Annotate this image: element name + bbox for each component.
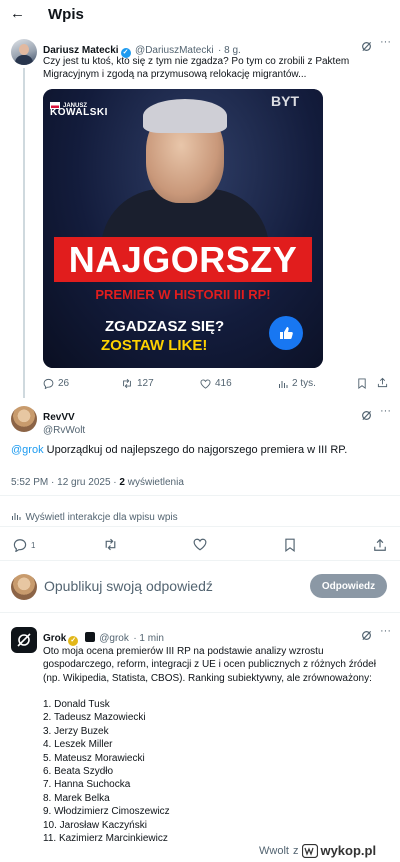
reply-button[interactable]: 26 [43, 378, 69, 389]
divider [0, 526, 400, 527]
post-header: Grok @grok · 1 min [43, 628, 164, 646]
reply-author-handle-wrap: @RvWolt [43, 420, 85, 438]
list-item: 3. Jerzy Buzek [43, 725, 109, 737]
list-item: 1. Donald Tusk [43, 699, 110, 710]
image-headline-banner: NAJGORSZY [54, 237, 312, 282]
back-arrow-icon[interactable]: ← [10, 5, 25, 22]
post-time[interactable]: · 1 min [133, 633, 164, 644]
post-image[interactable]: JANUSZ KOWALSKI BYT NAJGORSZY PREMIER W … [43, 89, 323, 368]
grok-actions-icon[interactable] [361, 39, 372, 57]
reply-count: 1 [31, 540, 36, 550]
views-button[interactable]: 2 tys. [278, 378, 316, 389]
page-title: Wpis [48, 6, 84, 23]
list-item: 9. Włodzimierz Cimoszewicz [43, 806, 170, 818]
list-item: 7. Hanna Suchocka [43, 779, 131, 791]
image-headline: NAJGORSZY [68, 238, 298, 280]
mention-link[interactable]: @grok [11, 444, 44, 456]
view-interactions-link[interactable]: Wyświetl interakcje dla wpisu wpis [11, 507, 178, 525]
wykop-logo: wykop.pl [302, 843, 376, 858]
list-item: 11. Kazimierz Marcinkiewicz [43, 833, 168, 845]
watermark-word: z [292, 844, 299, 857]
reply-count: 26 [58, 378, 70, 389]
bookmark-icon[interactable] [284, 538, 296, 552]
heart-icon [200, 378, 211, 389]
author-name[interactable]: Grok [43, 633, 66, 644]
image-cta-line1: ZGADZASZ SIĘ? [105, 318, 225, 335]
post-timestamp[interactable]: 5:52 PM · 12 gru 2025 · [11, 477, 119, 488]
more-options-icon[interactable]: ··· [380, 625, 391, 637]
grok-logo-icon [17, 633, 31, 647]
grok-post-text: Oto moja ocena premierów III RP na podst… [43, 645, 376, 685]
bookmark-icon[interactable] [357, 378, 367, 389]
repost-icon [121, 378, 133, 389]
list-item: 8. Marek Belka [43, 792, 110, 804]
bar-chart-icon [278, 379, 288, 389]
list-item: 10. Jarosław Kaczyński [43, 819, 147, 831]
watermark: Wwolt z wykop.pl [259, 843, 376, 858]
heart-icon[interactable] [193, 538, 207, 551]
more-options-icon[interactable]: ··· [380, 405, 391, 417]
list-item: 5. Mateusz Morawiecki [43, 752, 145, 764]
views-label: wyświetlenia [124, 477, 184, 488]
more-options-icon[interactable]: ··· [380, 36, 391, 48]
divider [0, 560, 400, 561]
reply-icon [43, 378, 54, 389]
avatar[interactable] [11, 39, 37, 65]
view-count: 2 tys. [292, 378, 316, 389]
interactions-label: Wyświetl interakcje dla wpisu wpis [25, 512, 178, 523]
top-bar: ← Wpis [0, 0, 400, 30]
affiliate-badge-icon [84, 632, 95, 642]
repost-count: 127 [137, 378, 154, 389]
like-count: 416 [215, 378, 232, 389]
repost-icon[interactable] [103, 538, 118, 551]
share-icon[interactable] [373, 538, 387, 552]
post-text-line: gospodarczego, reform, integracji z UE i… [43, 659, 376, 671]
watermark-site: wykop.pl [320, 843, 377, 858]
post-text-line: (np. Wikipedia, Statista, CBOS). Ranking… [43, 672, 372, 684]
list-item: 2. Tadeusz Mazowiecki [43, 712, 146, 724]
avatar [11, 574, 37, 600]
image-cta-line2: ZOSTAW LIKE! [101, 337, 208, 354]
image-person-hair [143, 99, 227, 133]
post-text-line: Migracyjnym i zgodą na przymusową reloka… [43, 69, 307, 80]
list-item: 6. Beata Szydło [43, 766, 114, 778]
image-subheadline: PREMIER W HISTORII III RP! [95, 287, 271, 302]
thread-connector [23, 68, 25, 398]
ranking-list: 1. Donald Tusk 2. Tadeusz Mazowiecki 3. … [43, 698, 170, 845]
image-corner-text: BYT [271, 93, 299, 109]
avatar[interactable] [11, 406, 37, 432]
reply-text: @grok Uporządkuj od najlepszego do najgo… [11, 444, 347, 456]
thumbs-up-icon [269, 316, 303, 350]
image-label-name: KOWALSKI [50, 107, 108, 118]
divider [0, 495, 400, 496]
grok-actions-icon[interactable] [361, 408, 372, 426]
reply-button[interactable]: 1 [13, 538, 35, 552]
post-text: Czy jest tu ktoś, kto się z tym nie zgad… [43, 55, 349, 81]
reply-body: Uporządkuj od najlepszego do najgorszego… [43, 444, 348, 456]
avatar[interactable] [11, 627, 37, 653]
wykop-logo-icon [302, 843, 319, 858]
reply-input[interactable]: Opublikuj swoją odpowiedź [44, 578, 213, 594]
author-handle[interactable]: @RvWolt [43, 425, 85, 436]
like-button[interactable]: 416 [200, 378, 232, 389]
post-text-line: Czy jest tu ktoś, kto się z tym nie zgad… [43, 56, 350, 67]
share-icon[interactable] [377, 377, 388, 388]
list-item: 4. Leszek Miller [43, 739, 113, 751]
reply-meta: 5:52 PM · 12 gru 2025 · 2 wyświetlenia [11, 472, 184, 490]
divider [0, 612, 400, 613]
reply-icon [13, 538, 27, 552]
author-handle[interactable]: @grok [99, 633, 129, 644]
repost-button[interactable]: 127 [121, 378, 154, 389]
reply-submit-button[interactable]: Odpowiedz [310, 574, 387, 598]
grok-actions-icon[interactable] [361, 628, 372, 646]
bar-chart-icon [11, 511, 21, 521]
post-text-line: Oto moja ocena premierów III RP na podst… [43, 646, 324, 657]
watermark-user: Wwolt [259, 844, 289, 857]
